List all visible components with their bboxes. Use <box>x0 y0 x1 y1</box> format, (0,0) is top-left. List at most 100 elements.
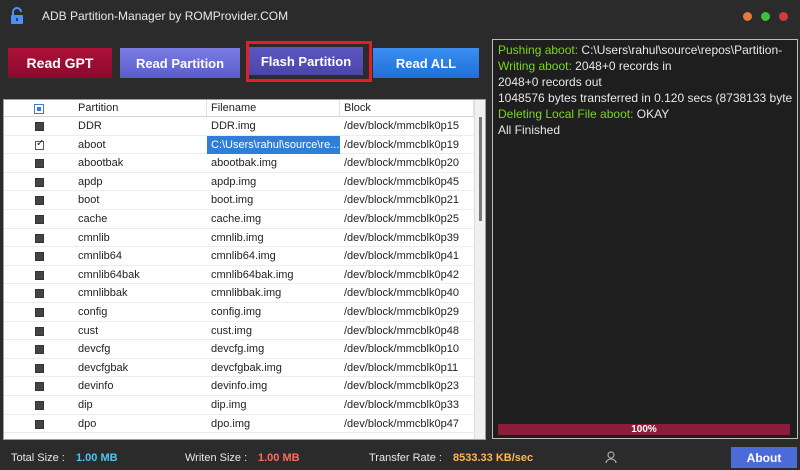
table-row[interactable]: devcfgbak devcfgbak.img/dev/block/mmcblk0… <box>4 359 474 378</box>
table-row[interactable]: DDR DDR.img/dev/block/mmcblk0p15 <box>4 117 474 136</box>
table-row[interactable]: cmnlibbak cmnlibbak.img/dev/block/mmcblk0… <box>4 284 474 303</box>
row-checkbox[interactable] <box>35 252 44 262</box>
cell-block: /dev/block/mmcblk0p45 <box>344 175 459 188</box>
cell-block: /dev/block/mmcblk0p23 <box>344 380 459 393</box>
cell-filename[interactable]: cust.img <box>207 322 340 340</box>
cell-filename[interactable]: cmnlib.img <box>207 229 340 247</box>
table-row[interactable]: devcfg devcfg.img/dev/block/mmcblk0p10 <box>4 340 474 359</box>
cell-block: /dev/block/mmcblk0p20 <box>344 157 459 170</box>
cell-filename[interactable]: devcfgbak.img <box>207 359 340 377</box>
cell-filename[interactable]: dpo.img <box>207 415 340 433</box>
cell-partition: cmnlib64 <box>78 250 123 263</box>
cell-partition: dip <box>78 398 93 411</box>
row-checkbox[interactable] <box>35 270 44 280</box>
log-line: 2048+0 records out <box>498 75 602 89</box>
row-checkbox[interactable] <box>35 345 44 355</box>
log-label: Deleting Local File aboot: <box>498 107 634 121</box>
cell-partition: apdp <box>78 175 103 188</box>
cell-filename[interactable]: apdp.img <box>207 173 340 191</box>
table-row[interactable]: cust cust.img/dev/block/mmcblk0p48 <box>4 322 474 341</box>
read-partition-button[interactable]: Read Partition <box>120 48 240 78</box>
log-text: 2048+0 records in <box>571 59 672 73</box>
column-header-partition[interactable]: Partition <box>74 100 207 117</box>
row-checkbox[interactable] <box>35 214 44 224</box>
row-checkbox[interactable] <box>35 400 44 410</box>
written-size-label: Writen Size : <box>185 452 248 464</box>
unlock-icon <box>11 7 23 24</box>
log-text: 1048576 bytes transferred in 0.120 secs … <box>498 91 793 105</box>
row-checkbox[interactable] <box>35 307 44 317</box>
cell-partition: devinfo <box>78 380 114 393</box>
minimize-button[interactable] <box>743 12 752 21</box>
table-row[interactable]: dpo dpo.img/dev/block/mmcblk0p47 <box>4 415 474 434</box>
select-all-checkbox[interactable] <box>34 104 44 114</box>
close-button[interactable] <box>779 12 788 21</box>
row-checkbox[interactable] <box>35 122 44 131</box>
written-size-value: 1.00 MB <box>258 452 300 464</box>
cell-partition: cache <box>78 212 108 225</box>
table-row[interactable]: config config.img/dev/block/mmcblk0p29 <box>4 303 474 322</box>
table-row[interactable]: abootbak abootbak.img/dev/block/mmcblk0p2… <box>4 154 474 173</box>
cell-block: /dev/block/mmcblk0p19 <box>344 138 459 151</box>
title-bar: ADB Partition-Manager by ROMProvider.COM <box>0 0 800 33</box>
row-checkbox[interactable] <box>35 382 44 392</box>
row-checkbox[interactable] <box>35 363 44 373</box>
total-size-value: 1.00 MB <box>76 452 118 464</box>
column-header-block[interactable]: Block <box>340 100 474 117</box>
table-row[interactable]: cmnlib64 cmnlib64.img/dev/block/mmcblk0p4… <box>4 247 474 266</box>
total-size-label: Total Size : <box>11 452 65 464</box>
table-row[interactable]: cmnlib64bak cmnlib64bak.img/dev/block/mmc… <box>4 266 474 285</box>
row-checkbox[interactable] <box>35 177 44 187</box>
log-label: Writing aboot: <box>498 59 572 73</box>
progress-label: 100% <box>631 424 657 435</box>
cell-filename[interactable]: boot.img <box>207 191 340 209</box>
row-checkbox[interactable] <box>35 289 44 299</box>
log-line: 1048576 bytes transferred in 0.120 secs … <box>498 91 792 105</box>
cell-filename[interactable]: devinfo.img <box>207 377 340 395</box>
partition-table: Partition Filename Block DDR DDR.img/dev/… <box>3 99 486 440</box>
status-bar: Total Size : 1.00 MB Writen Size : 1.00 … <box>0 448 800 470</box>
log-line: Writing aboot: 2048+0 records in <box>498 59 672 73</box>
row-checkbox[interactable] <box>35 233 44 243</box>
cell-block: /dev/block/mmcblk0p33 <box>344 398 459 411</box>
cell-filename[interactable]: cache.img <box>207 210 340 228</box>
read-gpt-button[interactable]: Read GPT <box>8 48 112 78</box>
table-header: Partition Filename Block <box>4 100 474 117</box>
scrollbar-thumb[interactable] <box>479 117 482 221</box>
read-all-button[interactable]: Read ALL <box>373 48 479 78</box>
cell-block: /dev/block/mmcblk0p21 <box>344 194 459 207</box>
table-scrollbar[interactable] <box>474 100 485 439</box>
cell-filename[interactable]: cmnlib64bak.img <box>207 266 340 284</box>
cell-filename[interactable]: devcfg.img <box>207 340 340 358</box>
cell-block: /dev/block/mmcblk0p10 <box>344 343 459 356</box>
row-checkbox[interactable] <box>35 196 44 206</box>
about-button[interactable]: About <box>731 447 797 468</box>
row-checkbox[interactable] <box>35 419 44 429</box>
cell-filename[interactable]: dip.img <box>207 396 340 414</box>
cell-filename[interactable]: C:\Users\rahul\source\re... <box>207 135 340 154</box>
table-row[interactable]: apdp apdp.img/dev/block/mmcblk0p45 <box>4 173 474 192</box>
row-checkbox[interactable] <box>35 138 44 150</box>
table-row[interactable]: aboot C:\Users\rahul\source\re... /dev/blo… <box>4 135 474 155</box>
table-row[interactable]: devinfo devinfo.img/dev/block/mmcblk0p23 <box>4 377 474 396</box>
cell-partition: devcfg <box>78 343 111 356</box>
maximize-button[interactable] <box>761 12 770 21</box>
table-row[interactable]: dip dip.img/dev/block/mmcblk0p33 <box>4 396 474 415</box>
column-header-filename[interactable]: Filename <box>207 100 340 117</box>
cell-filename[interactable]: DDR.img <box>207 117 340 135</box>
cell-block: /dev/block/mmcblk0p39 <box>344 231 459 244</box>
row-checkbox[interactable] <box>35 326 44 336</box>
cell-block: /dev/block/mmcblk0p47 <box>344 417 459 430</box>
table-body: DDR DDR.img/dev/block/mmcblk0p15 aboot C:\U… <box>4 117 474 434</box>
log-text: All Finished <box>498 123 561 137</box>
log-line: Pushing aboot: C:\Users\rahul\source\rep… <box>498 43 782 57</box>
cell-filename[interactable]: abootbak.img <box>207 154 340 172</box>
table-row[interactable]: boot boot.img/dev/block/mmcblk0p21 <box>4 191 474 210</box>
cell-filename[interactable]: cmnlibbak.img <box>207 284 340 302</box>
cell-filename[interactable]: config.img <box>207 303 340 321</box>
row-checkbox[interactable] <box>35 159 44 169</box>
table-row[interactable]: cmnlib cmnlib.img/dev/block/mmcblk0p39 <box>4 229 474 248</box>
cell-filename[interactable]: cmnlib64.img <box>207 247 340 265</box>
table-row[interactable]: cache cache.img/dev/block/mmcblk0p25 <box>4 210 474 229</box>
user-icon[interactable] <box>605 451 617 464</box>
